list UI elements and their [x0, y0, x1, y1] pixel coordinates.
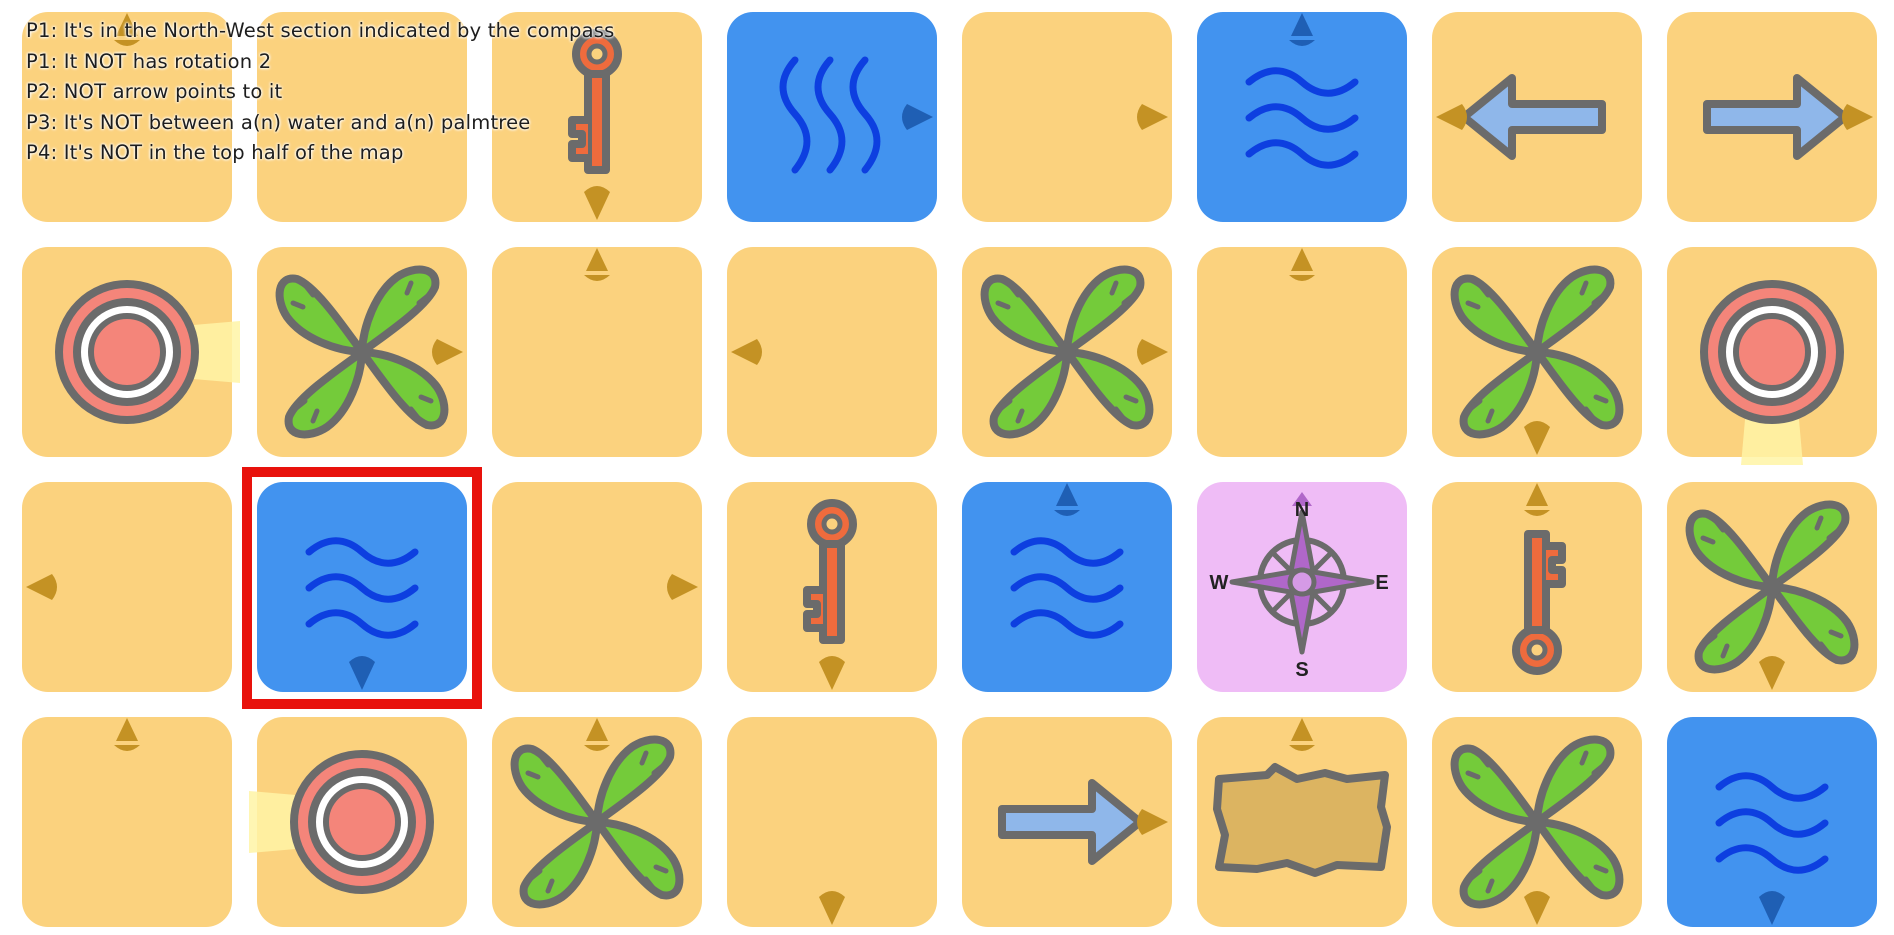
direction-marker-icon	[584, 248, 610, 281]
tile-r0-c6-arrow-left[interactable]	[1432, 12, 1642, 222]
key-icon	[1512, 483, 1566, 675]
clue-line: P3: It's NOT between a(n) water and a(n)…	[26, 110, 531, 134]
sand-tile-icon	[114, 718, 140, 751]
treasure-map-icon	[1213, 718, 1391, 877]
direction-marker-icon	[114, 718, 140, 751]
direction-marker-icon	[1289, 718, 1315, 751]
tile-r1-c6-palmtree[interactable]	[1432, 247, 1642, 457]
compass-icon: N S E W	[1210, 492, 1389, 681]
tile-r2-c4-water[interactable]	[962, 482, 1172, 692]
palmtree-icon	[275, 265, 463, 439]
tile-r3-c1-target[interactable]	[249, 717, 467, 927]
water-waves-icon	[1010, 483, 1124, 639]
compass-east-label: E	[1375, 572, 1388, 594]
sand-tile-icon	[731, 339, 762, 365]
tile-r1-c2-sand[interactable]	[492, 247, 702, 457]
direction-marker-icon	[1054, 483, 1080, 516]
sand-tile-icon	[819, 891, 845, 925]
target-icon	[55, 280, 240, 424]
direction-marker-icon	[26, 574, 57, 600]
clue-list: P1: It's in the North-West section indic…	[26, 16, 614, 169]
tile-r2-c3-key[interactable]	[727, 482, 937, 692]
direction-marker-icon	[1137, 809, 1168, 835]
direction-marker-icon	[1436, 104, 1467, 130]
water-waves-icon	[1245, 13, 1359, 169]
tile-r2-c7-palmtree[interactable]	[1667, 482, 1877, 692]
tile-r1-c5-sand[interactable]	[1197, 247, 1407, 457]
direction-marker-icon	[1759, 656, 1785, 690]
direction-marker-icon	[1524, 421, 1550, 455]
sand-tile-icon	[1289, 248, 1315, 281]
compass-north-label: N	[1295, 499, 1309, 521]
palmtree-icon	[1685, 500, 1859, 690]
tile-r2-c2-sand[interactable]	[492, 482, 702, 692]
direction-marker-icon	[1524, 483, 1550, 516]
direction-marker-icon	[584, 186, 610, 220]
tile-r3-c2-palmtree[interactable]	[492, 717, 702, 927]
clue-line: P1: It's in the North-West section indic…	[26, 19, 615, 42]
tile-r3-c3-sand[interactable]	[727, 717, 937, 927]
compass-south-label: S	[1295, 659, 1308, 681]
water-waves-icon	[1715, 772, 1829, 925]
tile-r0-c7-arrow-right[interactable]	[1667, 12, 1877, 222]
direction-marker-icon	[1842, 104, 1873, 130]
arrow-right-icon	[1703, 74, 1873, 160]
water-waves-icon	[305, 537, 419, 690]
direction-marker-icon	[667, 574, 698, 600]
tile-r0-c4-sand[interactable]	[962, 12, 1172, 222]
tile-r0-c3-water-vertical[interactable]	[727, 12, 937, 222]
direction-marker-icon	[432, 339, 463, 365]
sand-tile-icon	[1137, 104, 1168, 130]
direction-marker-icon	[819, 656, 845, 690]
tile-r2-c0-sand[interactable]	[22, 482, 232, 692]
direction-marker-icon	[819, 891, 845, 925]
target-icon	[249, 750, 434, 894]
palmtree-icon	[510, 718, 684, 909]
sand-tile-icon	[667, 574, 698, 600]
sand-tile-icon	[584, 248, 610, 281]
tile-r1-c7-target[interactable]	[1667, 247, 1877, 465]
direction-marker-icon	[1289, 248, 1315, 281]
direction-marker-icon	[584, 718, 610, 751]
tile-r3-c0-sand[interactable]	[22, 717, 232, 927]
tile-r3-c4-arrow-right[interactable]	[962, 717, 1172, 927]
palmtree-icon	[980, 265, 1168, 439]
water-waves-icon	[779, 56, 933, 174]
clue-line: P4: It's NOT in the top half of the map	[26, 141, 404, 164]
tile-r1-c3-sand[interactable]	[727, 247, 937, 457]
tile-r3-c5-map[interactable]	[1197, 717, 1407, 927]
direction-marker-icon	[902, 104, 933, 130]
tile-r1-c4-palmtree[interactable]	[962, 247, 1172, 457]
clue-line: P2: NOT arrow points to it	[26, 80, 283, 103]
arrow-left-icon	[1436, 74, 1606, 160]
direction-marker-icon	[1289, 13, 1315, 46]
arrow-right-icon	[998, 779, 1168, 865]
tile-r0-c5-water[interactable]	[1197, 12, 1407, 222]
direction-marker-icon	[1137, 104, 1168, 130]
direction-marker-icon	[1524, 891, 1550, 925]
tile-r1-c0-target[interactable]	[22, 247, 240, 457]
clue-line: P1: It NOT has rotation 2	[26, 49, 272, 73]
direction-marker-icon	[349, 656, 375, 690]
direction-marker-icon	[1137, 339, 1168, 365]
sand-tile-icon	[26, 574, 57, 600]
compass-west-label: W	[1210, 572, 1229, 594]
palmtree-icon	[1450, 735, 1624, 925]
target-icon	[1700, 280, 1844, 465]
palmtree-icon	[1450, 265, 1624, 455]
tile-r3-c6-palmtree[interactable]	[1432, 717, 1642, 927]
direction-marker-icon	[1759, 891, 1785, 925]
tile-r2-c6-key-inverted[interactable]	[1432, 482, 1642, 692]
tile-r3-c7-water[interactable]	[1667, 717, 1877, 927]
key-icon	[803, 499, 857, 690]
direction-marker-icon	[731, 339, 762, 365]
tile-r2-c1-water[interactable]	[257, 482, 467, 692]
tile-r1-c1-palmtree[interactable]	[257, 247, 467, 457]
tile-r2-c5-compass[interactable]: N S E W	[1197, 482, 1407, 692]
